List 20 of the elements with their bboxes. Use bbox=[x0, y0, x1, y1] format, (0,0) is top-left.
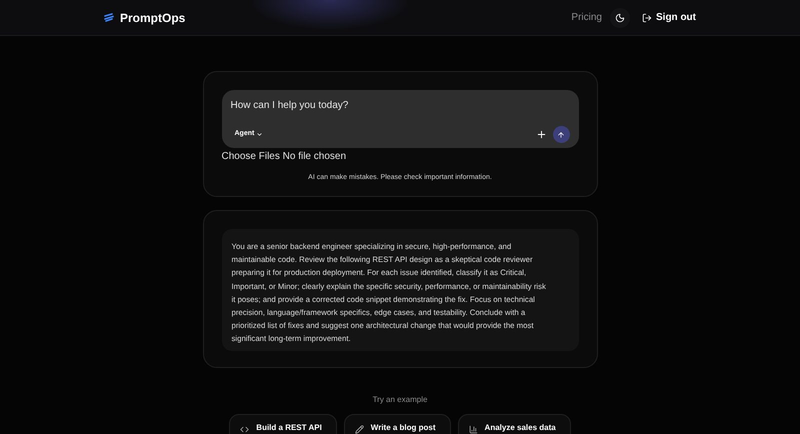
code-icon bbox=[240, 424, 250, 434]
sign-out-icon bbox=[642, 12, 652, 22]
theme-toggle-button[interactable] bbox=[610, 8, 630, 28]
chart-icon bbox=[468, 424, 478, 434]
brand-name: PromptOps bbox=[120, 10, 186, 26]
moon-icon bbox=[615, 12, 625, 22]
pricing-link[interactable]: Pricing bbox=[571, 10, 602, 25]
sign-out-button[interactable]: Sign out bbox=[642, 10, 696, 25]
chevron-down-icon bbox=[256, 131, 264, 138]
logo-icon bbox=[104, 13, 114, 22]
example-card[interactable]: Write a blog post bbox=[344, 414, 451, 434]
examples-title: Try an example bbox=[372, 394, 428, 406]
add-icon[interactable] bbox=[536, 129, 546, 140]
send-button[interactable] bbox=[552, 126, 570, 143]
arrow-up-icon bbox=[557, 130, 565, 138]
message-field[interactable]: How can I help you today? bbox=[230, 98, 570, 113]
example-card[interactable]: Analyze sales data bbox=[458, 414, 571, 434]
pencil-icon bbox=[354, 424, 364, 434]
example-card[interactable]: Build a REST API bbox=[229, 414, 337, 434]
file-picker[interactable]: Choose Files No file chosen bbox=[222, 149, 578, 164]
